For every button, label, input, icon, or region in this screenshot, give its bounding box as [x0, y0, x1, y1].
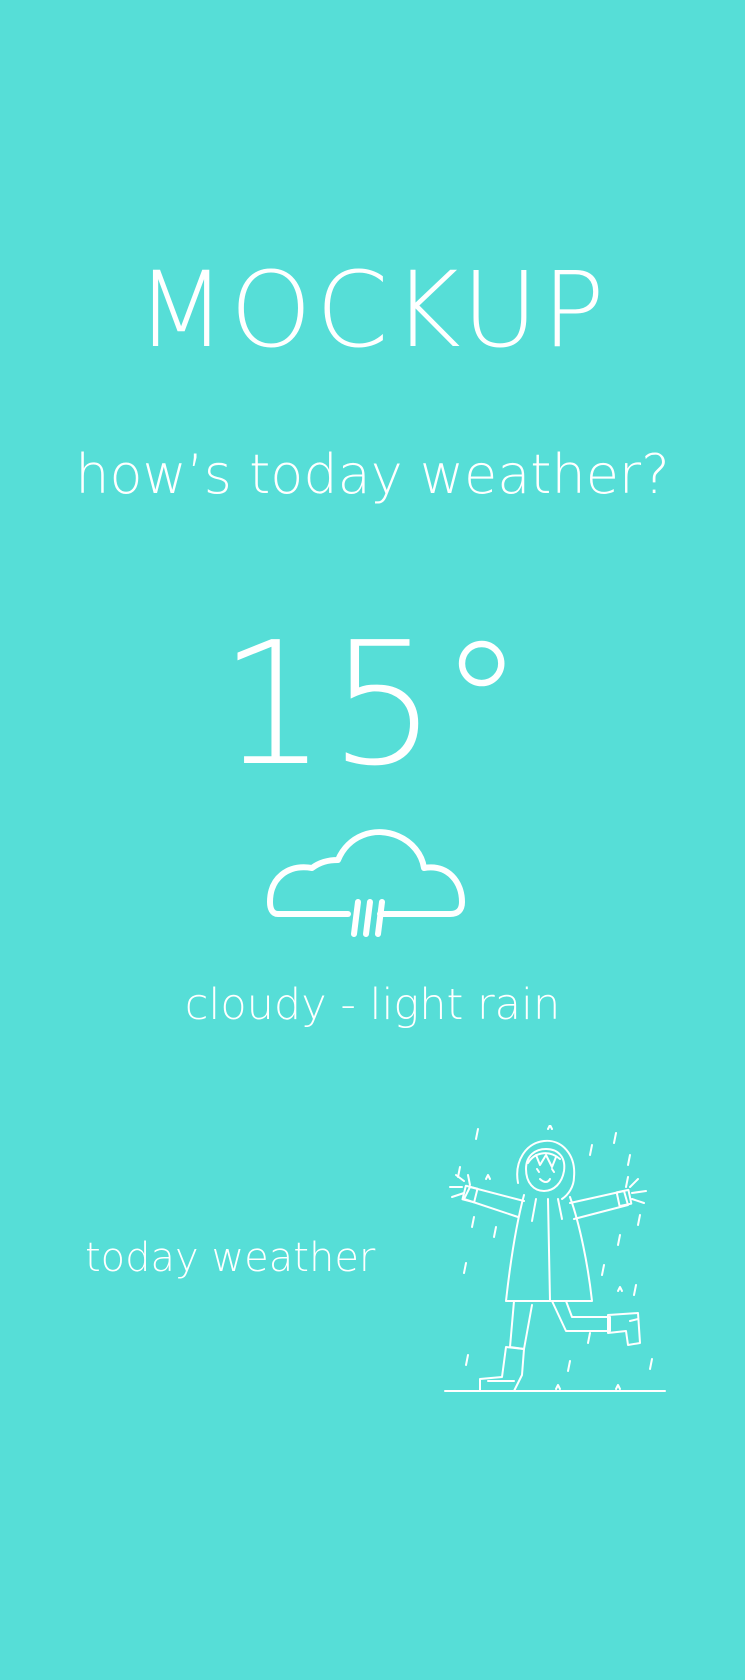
- today-weather-label: today weather: [85, 1235, 376, 1281]
- cloud-rain-icon: [267, 829, 465, 937]
- child-in-raincoat-illustration: [444, 1125, 666, 1392]
- weather-question: how’s today weather?: [75, 443, 670, 506]
- temperature-display: 15°: [218, 606, 527, 804]
- app-title: MOCKUP: [136, 249, 609, 371]
- weather-condition: cloudy - light rain: [184, 980, 561, 1030]
